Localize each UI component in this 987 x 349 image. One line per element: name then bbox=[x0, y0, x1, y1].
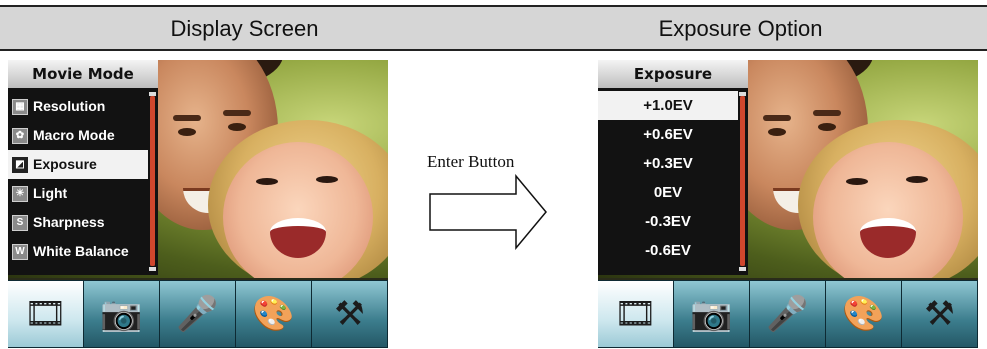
movie-mode-button[interactable]: 🎞 bbox=[598, 281, 673, 347]
camera-icon: 📷 bbox=[690, 295, 733, 333]
microphone-icon: 🎤 bbox=[766, 295, 809, 333]
white-balance-icon: W bbox=[12, 243, 28, 260]
palette-button[interactable]: 🎨 bbox=[236, 281, 311, 347]
display-screen-title: Display Screen bbox=[170, 16, 319, 41]
menu-item-white-balance[interactable]: W White Balance bbox=[8, 237, 148, 266]
menu-item-label: Resolution bbox=[33, 98, 106, 114]
menu-title: Movie Mode bbox=[8, 60, 158, 88]
microphone-button[interactable]: 🎤 bbox=[750, 281, 825, 347]
macro-icon: ✿ bbox=[12, 127, 28, 144]
sharpness-icon: S bbox=[12, 214, 28, 231]
mode-toolbar: 🎞 📷 🎤 🎨 ⚒ bbox=[598, 280, 978, 348]
microphone-icon: 🎤 bbox=[176, 295, 219, 333]
menu-item-label: Macro Mode bbox=[33, 127, 115, 143]
camera-icon: 📷 bbox=[100, 295, 143, 333]
exposure-option[interactable]: +1.0EV bbox=[598, 91, 738, 120]
light-icon: ☀ bbox=[12, 185, 28, 202]
menu-item-label: Exposure bbox=[33, 156, 97, 172]
microphone-button[interactable]: 🎤 bbox=[160, 281, 235, 347]
movie-mode-menu: Movie Mode ▦ Resolution ✿ Macro Mode ◩ Exposu… bbox=[8, 60, 158, 275]
exposure-menu: Exposure +1.0EV +0.6EV +0.3EV 0EV -0.3EV -0.6… bbox=[598, 60, 748, 275]
palette-button[interactable]: 🎨 bbox=[826, 281, 901, 347]
exposure-icon: ◩ bbox=[12, 156, 28, 173]
exposure-option[interactable]: 0EV bbox=[598, 178, 738, 207]
header-band: Display Screen Exposure Option bbox=[0, 5, 987, 51]
menu-item-macro-mode[interactable]: ✿ Macro Mode bbox=[8, 121, 148, 150]
exposure-option[interactable]: +0.6EV bbox=[598, 120, 738, 149]
exposure-option[interactable]: -0.3EV bbox=[598, 207, 738, 236]
menu-item-label: Sharpness bbox=[33, 214, 105, 230]
menu-item-label: Light bbox=[33, 185, 68, 201]
tools-icon: ⚒ bbox=[334, 295, 365, 333]
exposure-option[interactable]: +0.3EV bbox=[598, 149, 738, 178]
mode-toolbar: 🎞 📷 🎤 🎨 ⚒ bbox=[8, 280, 388, 348]
movie-mode-button[interactable]: 🎞 bbox=[8, 281, 83, 347]
palette-icon: 🎨 bbox=[252, 295, 295, 333]
tools-icon: ⚒ bbox=[924, 295, 955, 333]
menu-title: Exposure bbox=[598, 60, 748, 88]
menu-item-light[interactable]: ☀ Light bbox=[8, 179, 148, 208]
right-arrow-icon bbox=[429, 174, 547, 250]
display-screen: Movie Mode ▦ Resolution ✿ Macro Mode ◩ Exposu… bbox=[8, 60, 388, 348]
menu-list: ▦ Resolution ✿ Macro Mode ◩ Exposure ☀ Light S Sh… bbox=[8, 92, 148, 266]
resolution-icon: ▦ bbox=[12, 98, 28, 115]
menu-scrollbar[interactable] bbox=[740, 96, 745, 266]
menu-item-exposure[interactable]: ◩ Exposure bbox=[8, 150, 148, 179]
exposure-screen: Exposure +1.0EV +0.6EV +0.3EV 0EV -0.3EV -0.6… bbox=[598, 60, 978, 348]
movie-mode-icon: 🎞 bbox=[613, 295, 658, 333]
exposure-list: +1.0EV +0.6EV +0.3EV 0EV -0.3EV -0.6EV bbox=[598, 91, 738, 265]
exposure-option-title: Exposure Option bbox=[658, 16, 823, 41]
menu-item-label: White Balance bbox=[33, 243, 129, 259]
palette-icon: 🎨 bbox=[842, 295, 885, 333]
exposure-option[interactable]: -0.6EV bbox=[598, 236, 738, 265]
camera-button[interactable]: 📷 bbox=[84, 281, 159, 347]
camera-button[interactable]: 📷 bbox=[674, 281, 749, 347]
menu-item-resolution[interactable]: ▦ Resolution bbox=[8, 92, 148, 121]
enter-button-label: Enter Button bbox=[427, 152, 515, 171]
menu-item-sharpness[interactable]: S Sharpness bbox=[8, 208, 148, 237]
menu-scrollbar[interactable] bbox=[150, 96, 155, 266]
movie-mode-icon: 🎞 bbox=[23, 295, 68, 333]
tools-button[interactable]: ⚒ bbox=[312, 281, 387, 347]
tools-button[interactable]: ⚒ bbox=[902, 281, 977, 347]
